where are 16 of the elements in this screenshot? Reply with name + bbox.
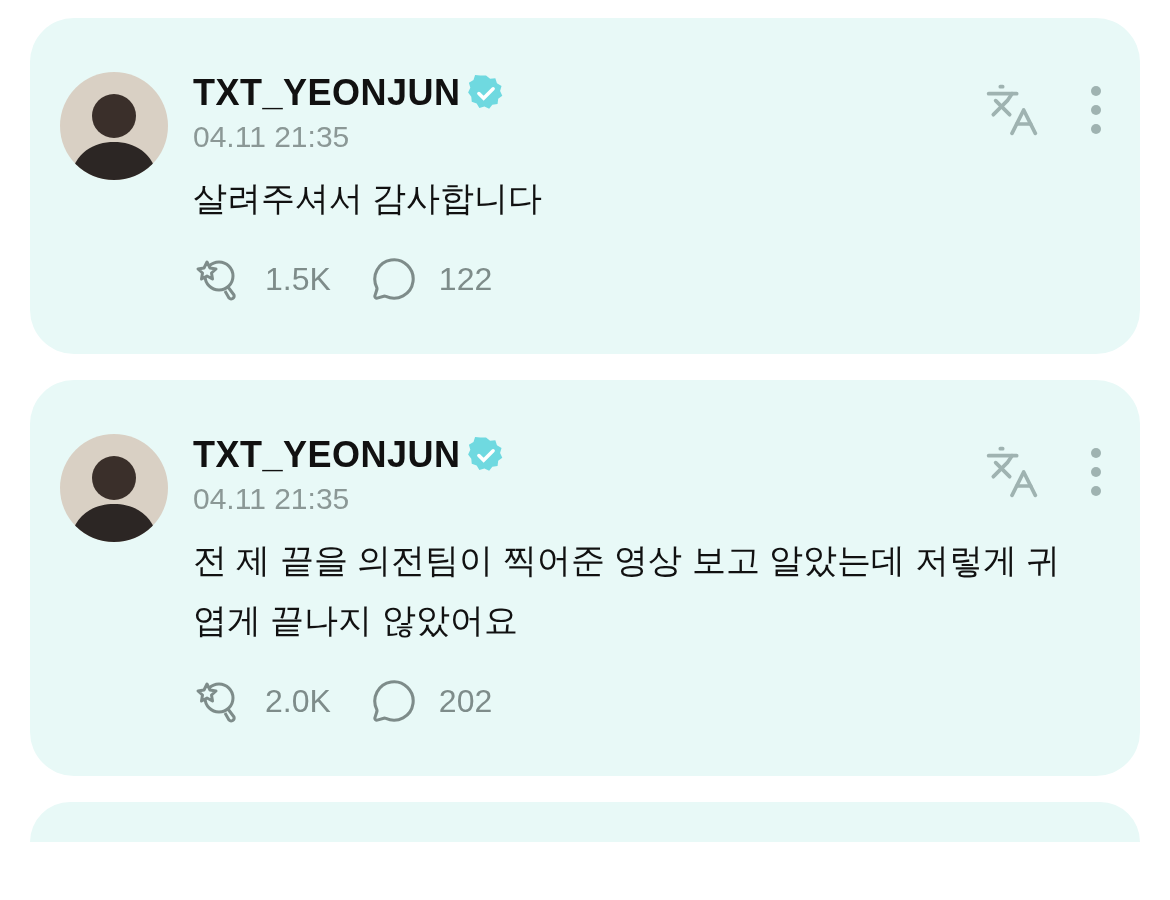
reaction-count: 1.5K xyxy=(265,260,331,298)
comment-count: 122 xyxy=(438,260,493,298)
comment-icon[interactable] xyxy=(370,256,417,302)
post-text: 전 제 끝을 의전팀이 찍어준 영상 보고 알았는데 저렇게 귀엽게 끝나지 않았어요 xyxy=(193,540,1062,641)
post-time: 04.11 21:35 xyxy=(193,120,350,154)
post-text: 살려주셔서 감사합니다 xyxy=(193,178,544,219)
more-button[interactable] xyxy=(1090,447,1102,497)
reaction-count: 2.0K xyxy=(265,682,331,720)
translate-button[interactable] xyxy=(984,444,1040,500)
author-name[interactable]: TXT_YEONJUN xyxy=(193,434,461,476)
author-name[interactable]: TXT_YEONJUN xyxy=(193,72,461,114)
comment-count: 202 xyxy=(438,682,493,720)
more-button[interactable] xyxy=(1090,85,1102,135)
translate-button[interactable] xyxy=(984,82,1040,138)
comment-icon[interactable] xyxy=(370,678,417,724)
post-time: 04.11 21:35 xyxy=(193,482,350,516)
